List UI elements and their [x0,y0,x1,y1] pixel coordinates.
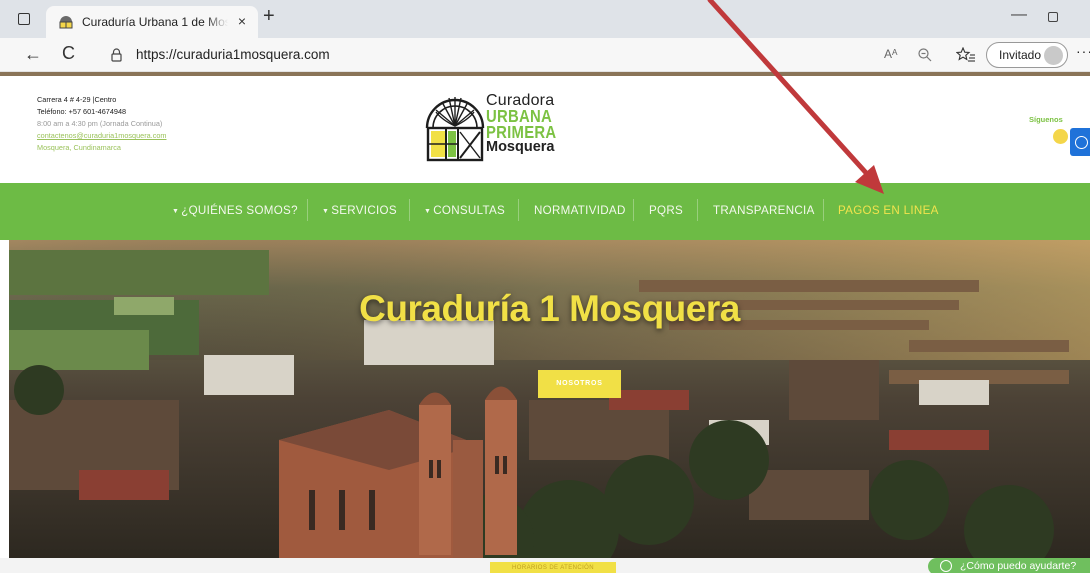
nav-item-transparencia[interactable]: TRANSPARENCIA [713,204,815,217]
social-label: Síguenos [1029,115,1063,124]
browser-tab-bar: Curaduría Urbana 1 de Mosquera × + — [0,0,1090,38]
nav-item-label: PQRS [649,204,684,217]
nav-item-label: TRANSPARENCIA [713,204,815,217]
nav-divider [823,199,824,221]
contact-phone: Teléfono: +57 601-4674948 [37,107,127,117]
avatar-icon [1044,46,1063,65]
nav-item-label: ¿QUIÉNES SOMOS? [181,204,298,217]
nav-divider [697,199,698,221]
contact-info: Carrera 4 # 4-29 |Centro Teléfono: +57 6… [37,94,167,154]
browser-tab[interactable]: Curaduría Urbana 1 de Mosquera × [46,6,258,38]
accessibility-icon [1075,136,1088,149]
nav-divider [307,199,308,221]
nav-item-pqrs[interactable]: PQRS [649,204,683,217]
reload-icon[interactable]: C [62,43,75,64]
contact-email-link[interactable]: contactenos@curaduria1mosquera.com [37,130,167,142]
restore-window-icon[interactable] [1048,12,1058,22]
nav-item-consultas[interactable]: ▼ CONSULTAS [424,204,505,217]
hero-banner: Curaduría 1 Mosquera NOSOTROS [9,240,1090,558]
contact-address: Carrera 4 # 4-29 |Centro [37,95,117,104]
social-icon[interactable] [1053,129,1068,144]
nav-divider [518,199,519,221]
back-arrow-icon[interactable]: ← [24,44,42,65]
contact-city: Mosquera, Cundinamarca [37,143,121,153]
profile-label: Invitado [999,48,1042,62]
accessibility-button[interactable] [1070,128,1090,156]
lock-icon[interactable] [110,48,123,62]
nosotros-button[interactable]: NOSOTROS [538,370,621,398]
horarios-button[interactable]: HORARIOS DE ATENCIÓN [490,562,616,573]
nav-item-label: PAGOS EN LINEA [838,204,939,217]
nav-item-quienes-somos[interactable]: ▼ ¿QUIÉNES SOMOS? [172,204,298,217]
whatsapp-label: ¿Cómo puedo ayudarte? [960,560,1077,572]
screen: Curaduría Urbana 1 de Mosquera × + — ← C… [0,0,1090,573]
nav-item-servicios[interactable]: ▼ SERVICIOS [322,204,397,217]
chevron-down-icon: ▼ [172,208,180,215]
logo-line-3: PRIMERA [486,122,557,142]
profile-button[interactable]: Invitado [986,42,1068,68]
tab-title: Curaduría Urbana 1 de Mosquera [82,15,228,29]
tab-actions-icon[interactable] [18,13,30,25]
nav-item-label: NORMATIVIDAD [534,204,626,217]
chevron-down-icon: ▼ [322,208,330,215]
whatsapp-chat-button[interactable]: ¿Cómo puedo ayudarte? [928,558,1090,573]
logo-mark-icon [425,97,485,162]
site-favicon-icon [59,16,73,29]
new-tab-icon[interactable]: + [263,5,275,28]
read-aloud-icon[interactable]: Aᴬ [884,47,897,61]
contact-hours: 8:00 am a 4:30 pm (Jornada Continua) [37,119,163,129]
nav-item-pagos-en-linea[interactable]: PAGOS EN LINEA [838,204,939,217]
nav-divider [633,199,634,221]
minimize-icon[interactable]: — [1011,6,1027,24]
hero-title: Curaduría 1 Mosquera [359,288,740,329]
nav-item-normatividad[interactable]: NORMATIVIDAD [534,204,626,217]
site-header: Carrera 4 # 4-29 |Centro Teléfono: +57 6… [0,76,1090,183]
more-menu-icon[interactable]: ··· [1076,43,1090,59]
site-logo[interactable]: Curadora URBANA PRIMERA Mosquera [424,90,564,164]
nav-item-label: CONSULTAS [433,204,506,217]
tab-close-icon[interactable]: × [234,13,250,29]
main-nav: ▼ ¿QUIÉNES SOMOS? ▼ SERVICIOS ▼ CONSULTAS N… [0,183,1090,240]
browser-address-bar: ← C https://curaduria1mosquera.com Aᴬ In… [0,38,1090,72]
nav-divider [409,199,410,221]
logo-text: Curadora URBANA PRIMERA Mosquera [486,93,569,155]
url-field[interactable]: https://curaduria1mosquera.com [136,47,330,62]
chevron-down-icon: ▼ [424,208,432,215]
nav-item-label: SERVICIOS [331,204,397,217]
zoom-icon[interactable] [917,47,933,63]
favorites-icon[interactable] [956,47,976,63]
whatsapp-icon [940,560,952,572]
logo-line-4: Mosquera [486,139,555,155]
